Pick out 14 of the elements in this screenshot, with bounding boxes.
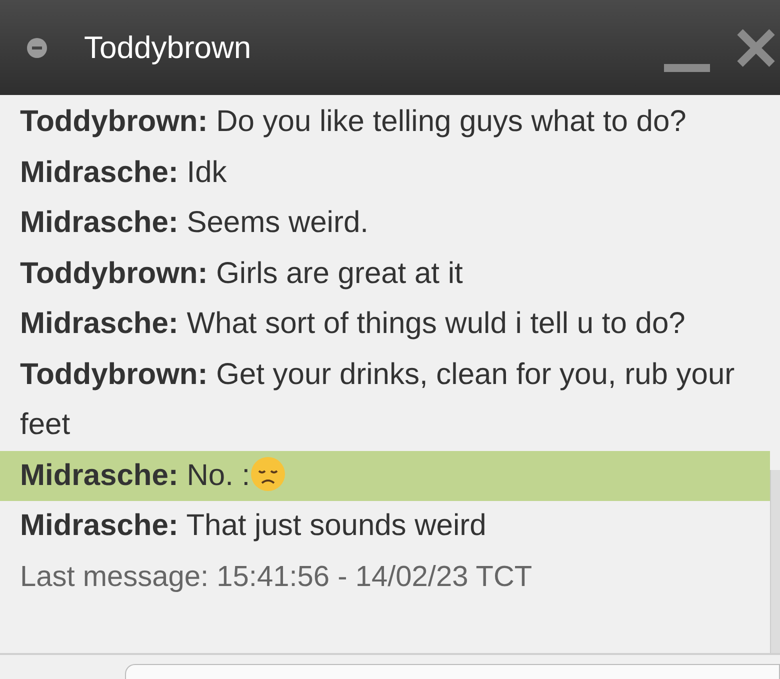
chat-message: Toddybrown: Girls are great at it xyxy=(19,256,464,292)
chat-message: Midrasche: No. : xyxy=(0,450,770,501)
close-icon[interactable] xyxy=(736,28,776,68)
window-title: Toddybrown xyxy=(84,30,252,66)
chat-message: Midrasche: What sort of things wuld i tell u to do? xyxy=(19,306,686,342)
chat-message: Toddybrown: Get your drinks, clean for you, rub your feet xyxy=(19,356,736,443)
chat-message: Midrasche: That just sounds weird xyxy=(19,508,488,544)
chat-message: Toddybrown: Do you like telling guys what to do? xyxy=(19,104,688,140)
minimize-icon[interactable] xyxy=(664,64,710,72)
scrollbar[interactable] xyxy=(770,470,780,653)
last-message-time: Last message: 15:41:56 - 14/02/23 TCT xyxy=(19,560,534,594)
chat-message: Midrasche: Seems weird. xyxy=(19,205,370,241)
status-icon xyxy=(26,36,48,58)
chat-message: Midrasche: Idk xyxy=(19,154,228,190)
